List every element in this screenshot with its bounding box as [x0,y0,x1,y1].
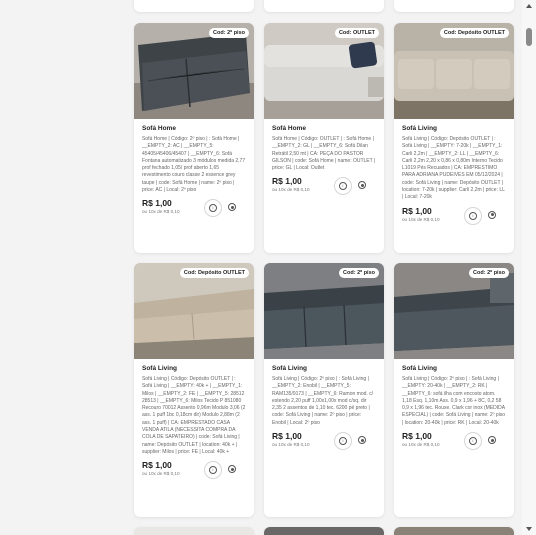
info-button[interactable]: i [464,206,482,225]
info-icon: i [339,437,347,446]
product-description: Sofá Home | Código: OUTLET | : Sofá Home… [272,136,376,172]
product-description: Sofá Home | Código: 2º piso | : Sofá Hom… [142,136,246,194]
product-description: Sofá Living | Código: Depósito OUTLET | … [142,376,246,455]
product-image[interactable]: Cod: 2º piso [134,23,254,119]
info-button[interactable]: i [334,432,352,451]
product-card-partial[interactable] [134,527,254,535]
product-description: Sofá Living | Código: 2º piso | : Sofá L… [272,376,374,426]
info-icon: i [469,437,477,446]
product-description: Sofá Living | Código: 2º piso | : Sofá L… [402,376,506,426]
target-icon [488,436,496,445]
product-card[interactable]: Cod: Depósito OUTLET Sofá Living Sofá Li… [394,23,514,253]
product-image[interactable]: Cod: Depósito OUTLET [394,23,514,119]
product-title[interactable]: Sofá Living [402,125,506,132]
info-icon: i [209,204,217,213]
scroll-up-arrow-icon[interactable] [526,4,532,8]
product-image[interactable]: Cod: Depósito OUTLET [134,263,254,359]
product-card[interactable]: Cod: 2º piso Sofá Living Sofá Living | C… [264,263,384,517]
scroll-down-arrow-icon[interactable] [526,527,532,531]
product-card-partial[interactable] [264,527,384,535]
product-card-partial[interactable] [134,0,254,12]
target-icon [228,203,236,212]
product-description: Sofá Living | Código: Depósito OUTLET | … [402,136,505,201]
code-badge: Cod: 2º piso [339,268,379,278]
product-image[interactable]: Cod: OUTLET [264,23,384,119]
product-card[interactable]: Cod: 2º piso Sofá Home Sofá Home | Códig… [134,23,254,253]
code-badge: Cod: Depósito OUTLET [179,268,249,278]
product-image[interactable]: Cod: 2º piso [264,263,384,359]
info-icon: i [209,466,217,475]
product-card[interactable]: Cod: 2º piso Sofá Living Sofá Living | C… [394,263,514,517]
product-card-partial[interactable] [264,0,384,12]
product-card-partial[interactable] [394,527,514,535]
product-title[interactable]: Sofá Living [272,365,376,372]
target-icon [358,436,366,445]
scrollbar[interactable] [522,0,536,535]
add-button[interactable] [484,207,500,223]
target-icon [228,465,236,474]
product-card-partial[interactable] [394,0,514,12]
scrollbar-thumb[interactable] [526,28,532,46]
product-title[interactable]: Sofá Living [402,365,506,372]
target-icon [488,210,496,219]
code-badge: Cod: 2º piso [209,28,249,38]
product-card[interactable]: Cod: OUTLET Sofá Home Sofá Home | Código… [264,23,384,253]
product-title[interactable]: Sofá Home [142,125,246,132]
target-icon [358,181,366,190]
info-button[interactable]: i [464,432,482,451]
product-image[interactable]: Cod: 2º piso [394,263,514,359]
product-grid: Cod: 2º piso Sofá Home Sofá Home | Códig… [0,0,522,535]
product-title[interactable]: Sofá Living [142,365,246,372]
code-badge: Cod: OUTLET [334,28,379,38]
info-icon: i [339,182,347,191]
add-button[interactable] [484,432,500,448]
info-button[interactable]: i [204,199,222,218]
add-button[interactable] [354,432,370,448]
code-badge: Cod: Depósito OUTLET [439,28,509,38]
product-card[interactable]: Cod: Depósito OUTLET Sofá Living Sofá Li… [134,263,254,517]
info-button[interactable]: i [204,461,222,480]
code-badge: Cod: 2º piso [469,268,509,278]
product-title[interactable]: Sofá Home [272,125,376,132]
info-button[interactable]: i [334,177,352,196]
info-icon: i [469,211,477,220]
